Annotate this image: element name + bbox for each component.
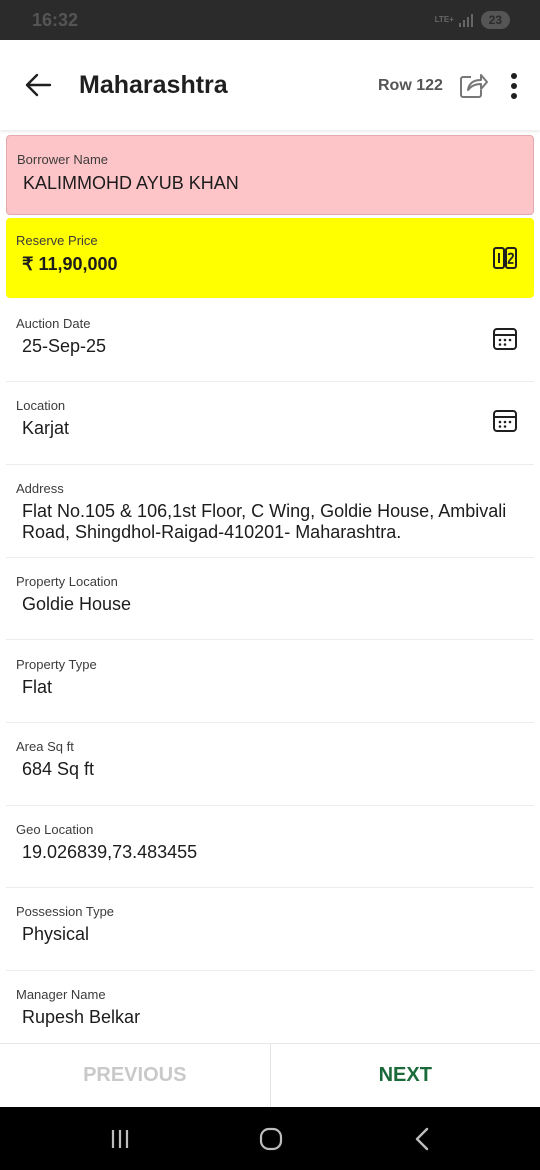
reserve-price-value: ₹ 11,90,000 (22, 254, 118, 274)
geo-location-value: 19.026839,73.483455 (22, 842, 198, 862)
status-indicators: LTE+ 23 (435, 11, 510, 29)
previous-button[interactable]: PREVIOUS (0, 1044, 271, 1107)
calendar-icon[interactable] (492, 326, 518, 352)
status-bar: 16:32 LTE+ 23 (0, 0, 540, 40)
share-icon (460, 74, 488, 98)
borrower-name-value: KALIMMOHD AYUB KHAN (23, 173, 239, 193)
reserve-price-label: Reserve Price (16, 233, 98, 248)
signal-icon (458, 13, 473, 27)
details-list[interactable]: Borrower Name KALIMMOHD AYUB KHAN Reserv… (0, 130, 540, 1043)
compare-icon[interactable] (492, 245, 518, 271)
geo-location-field: Geo Location 19.026839,73.483455 (6, 806, 534, 888)
location-label: Location (16, 398, 66, 413)
share-button[interactable] (457, 70, 489, 102)
home-icon[interactable] (256, 1124, 286, 1154)
manager-name-field: Manager Name Rupesh Belkar (6, 971, 534, 1043)
address-label: Address (16, 481, 64, 496)
area-value: 684 Sq ft (22, 759, 95, 779)
address-value: Flat No.105 & 106,1st Floor, C Wing, Gol… (22, 501, 507, 542)
property-type-label: Property Type (16, 657, 97, 672)
borrower-name-card: Borrower Name KALIMMOHD AYUB KHAN (6, 135, 534, 215)
property-location-value: Goldie House (22, 594, 132, 614)
more-options-button[interactable] (503, 70, 525, 102)
system-navigation-bar (0, 1107, 540, 1170)
auction-date-value: 25-Sep-25 (22, 336, 107, 356)
borrower-name-label: Borrower Name (17, 152, 109, 167)
arrow-left-icon (25, 73, 52, 97)
app-bar: Maharashtra Row 122 (0, 40, 540, 130)
area-field: Area Sq ft 684 Sq ft (6, 723, 534, 805)
possession-type-field: Possession Type Physical (6, 888, 534, 970)
back-button[interactable] (18, 65, 58, 105)
row-indicator: Row 122 (378, 77, 443, 94)
property-location-label: Property Location (16, 574, 118, 589)
back-nav-icon[interactable] (408, 1124, 438, 1154)
reserve-price-card: Reserve Price ₹ 11,90,000 (6, 218, 534, 298)
network-type: LTE+ (434, 15, 454, 24)
recent-apps-icon[interactable] (105, 1124, 135, 1154)
location-value: Karjat (22, 418, 70, 438)
property-location-field: Property Location Goldie House (6, 558, 534, 640)
page-title: Maharashtra (79, 71, 228, 99)
possession-type-value: Physical (22, 924, 90, 944)
location-field: Location Karjat (6, 382, 534, 464)
status-time: 16:32 (32, 10, 79, 30)
possession-type-label: Possession Type (16, 904, 115, 919)
geo-location-label: Geo Location (16, 822, 94, 837)
more-vert-icon (511, 73, 517, 99)
calendar-icon[interactable] (492, 408, 518, 434)
manager-name-label: Manager Name (16, 987, 106, 1002)
auction-date-field: Auction Date 25-Sep-25 (6, 300, 534, 382)
bottom-navigation: PREVIOUS NEXT (0, 1043, 540, 1107)
auction-date-label: Auction Date (16, 316, 91, 331)
manager-name-value: Rupesh Belkar (22, 1007, 141, 1027)
address-field: Address Flat No.105 & 106,1st Floor, C W… (6, 465, 534, 557)
battery-icon: 23 (480, 11, 510, 29)
property-type-field: Property Type Flat (6, 640, 534, 722)
area-label: Area Sq ft (16, 739, 74, 754)
property-type-value: Flat (22, 677, 53, 697)
next-button[interactable]: NEXT (271, 1044, 540, 1107)
